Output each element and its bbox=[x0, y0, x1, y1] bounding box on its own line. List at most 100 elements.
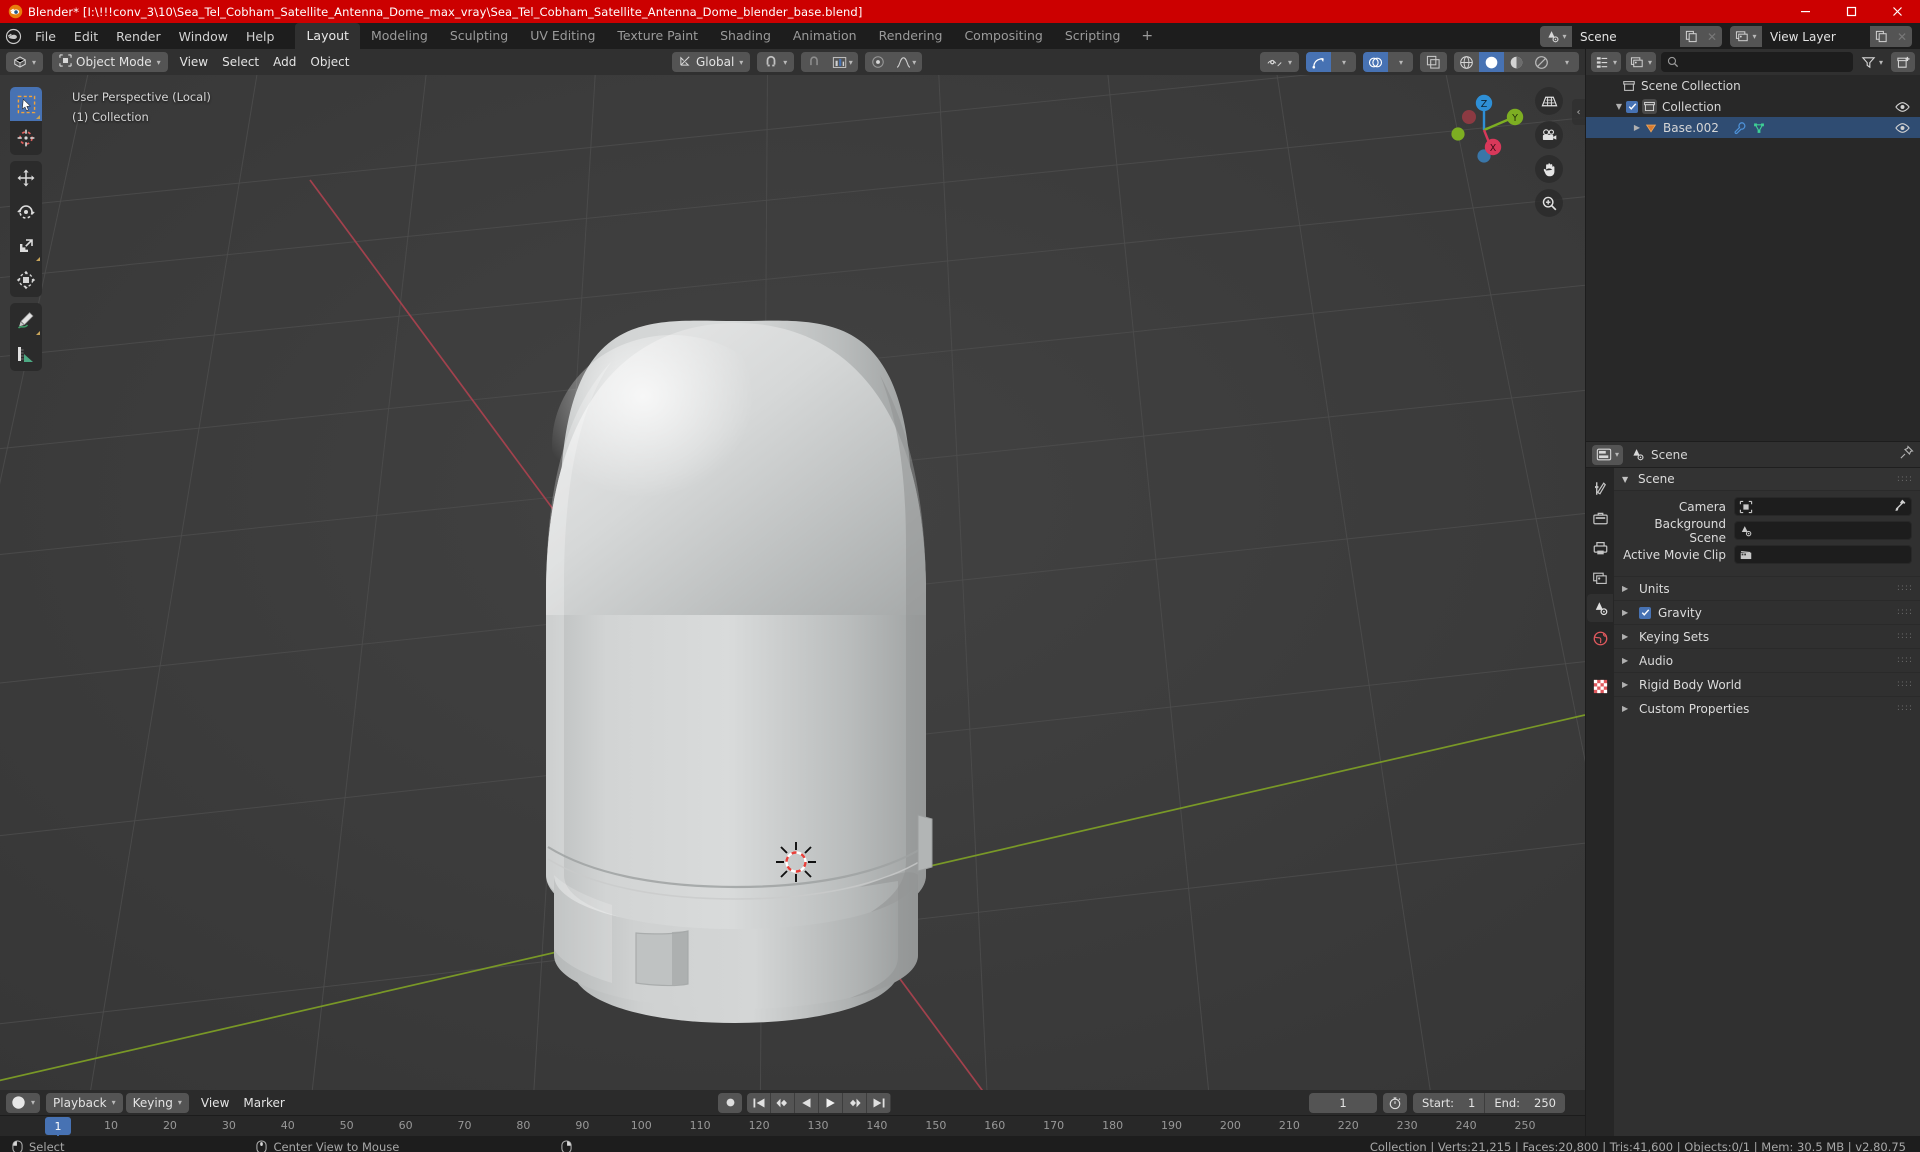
play-reverse-icon[interactable] bbox=[795, 1092, 819, 1113]
object-mode-selector[interactable]: Object Mode ▾ bbox=[52, 52, 168, 72]
measure-tool[interactable] bbox=[10, 337, 42, 371]
panel-grip-icon[interactable]: :::: bbox=[1897, 608, 1913, 617]
scene-datablock-selector[interactable]: ▾ Scene ✕ bbox=[1540, 26, 1722, 47]
tab-compositing[interactable]: Compositing bbox=[953, 23, 1053, 49]
panel-expand-triangle[interactable]: ▼ bbox=[1622, 475, 1632, 484]
shading-rendered-icon[interactable] bbox=[1529, 52, 1554, 72]
overlays-dropdown-icon[interactable]: ▾ bbox=[1388, 52, 1413, 72]
scale-tool[interactable] bbox=[10, 229, 42, 263]
timeline-scrubber[interactable]: 10 20 30 40 50 60 70 80 90 100 110 120 130 140 150 160 1… bbox=[0, 1115, 1585, 1143]
tab-sculpting[interactable]: Sculpting bbox=[439, 23, 519, 49]
viewlayer-datablock-selector[interactable]: ▾ View Layer ✕ bbox=[1730, 26, 1912, 47]
tab-rendering[interactable]: Rendering bbox=[868, 23, 954, 49]
cursor-tool[interactable] bbox=[10, 121, 42, 155]
overlays-group[interactable]: ▾ bbox=[1363, 52, 1413, 72]
panel-grip-icon[interactable]: :::: bbox=[1897, 474, 1913, 483]
menu-window[interactable]: Window bbox=[170, 26, 237, 47]
active-movie-clip-field[interactable] bbox=[1734, 545, 1912, 564]
stopwatch-icon[interactable] bbox=[1383, 1092, 1408, 1113]
viewlayer-name-field[interactable]: View Layer bbox=[1762, 26, 1870, 47]
hide-object-icon[interactable] bbox=[1895, 122, 1910, 134]
scene-tab[interactable] bbox=[1587, 594, 1613, 622]
overlays-icon[interactable] bbox=[1363, 52, 1388, 72]
panel-grip-icon[interactable]: :::: bbox=[1897, 656, 1913, 665]
jump-to-start-icon[interactable] bbox=[747, 1092, 771, 1113]
view-layer-icon[interactable]: ▾ bbox=[1730, 26, 1762, 47]
viewport-canvas[interactable]: User Perspective (Local) (1) Collection bbox=[0, 75, 1585, 1090]
unlink-scene-icon[interactable]: ✕ bbox=[1702, 26, 1722, 47]
collection-checkbox[interactable] bbox=[1626, 100, 1638, 113]
expand-triangle-units[interactable]: ▶ bbox=[1622, 584, 1632, 593]
render-tab[interactable] bbox=[1587, 504, 1613, 532]
properties-editor-icon[interactable]: ▾ bbox=[1592, 444, 1624, 465]
smooth-falloff-icon[interactable]: ▾ bbox=[890, 52, 923, 72]
subpanel-rigid-body-world[interactable]: ▶ Rigid Body World :::: bbox=[1614, 672, 1920, 696]
modifier-wrench-icon[interactable] bbox=[1733, 121, 1747, 135]
gizmo-group[interactable]: ▾ bbox=[1306, 52, 1356, 72]
add-workspace-button[interactable]: + bbox=[1131, 23, 1163, 49]
timeline-editor-icon[interactable]: ▾ bbox=[6, 1092, 41, 1113]
snap-settings-group[interactable]: ▾ bbox=[801, 52, 859, 72]
tab-texture-paint[interactable]: Texture Paint bbox=[606, 23, 709, 49]
timeline-menu-view[interactable]: View bbox=[194, 1093, 236, 1113]
camera-view-icon[interactable] bbox=[1535, 121, 1563, 149]
menu-help[interactable]: Help bbox=[237, 26, 284, 47]
pin-icon[interactable] bbox=[1899, 445, 1914, 464]
camera-field[interactable] bbox=[1734, 497, 1912, 516]
expand-triangle-audio[interactable]: ▶ bbox=[1622, 656, 1632, 665]
frame-start-field[interactable]: Start: 1 bbox=[1413, 1092, 1486, 1113]
expand-triangle-object[interactable]: ▶ bbox=[1630, 123, 1644, 132]
tab-animation[interactable]: Animation bbox=[782, 23, 868, 49]
expand-triangle-collection[interactable]: ▼ bbox=[1612, 102, 1626, 111]
view-layer-tab[interactable] bbox=[1587, 564, 1613, 592]
jump-prev-keyframe-icon[interactable] bbox=[771, 1092, 795, 1113]
current-frame-field[interactable]: 1 bbox=[1309, 1092, 1378, 1113]
expand-triangle-custom-properties[interactable]: ▶ bbox=[1622, 704, 1632, 713]
eyedropper-icon[interactable] bbox=[1893, 497, 1907, 516]
viewport-menu-add[interactable]: Add bbox=[266, 52, 303, 72]
transform-tool[interactable] bbox=[10, 263, 42, 297]
subpanel-custom-properties[interactable]: ▶ Custom Properties :::: bbox=[1614, 696, 1920, 720]
rotate-tool[interactable] bbox=[10, 195, 42, 229]
copy-viewlayer-icon[interactable] bbox=[1870, 26, 1892, 47]
menu-file[interactable]: File bbox=[26, 26, 65, 47]
panel-grip-icon[interactable]: :::: bbox=[1897, 704, 1913, 713]
scene-name-field[interactable]: Scene bbox=[1572, 26, 1680, 47]
texture-tab[interactable] bbox=[1587, 672, 1613, 700]
expand-triangle-rigid-body-world[interactable]: ▶ bbox=[1622, 680, 1632, 689]
mesh-data-icon[interactable] bbox=[1752, 121, 1766, 135]
tab-shading[interactable]: Shading bbox=[709, 23, 782, 49]
subpanel-gravity[interactable]: ▶ Gravity :::: bbox=[1614, 600, 1920, 624]
tab-layout[interactable]: Layout bbox=[295, 23, 360, 49]
viewport-menu-object[interactable]: Object bbox=[303, 52, 356, 72]
viewport-menu-select[interactable]: Select bbox=[215, 52, 266, 72]
record-icon[interactable] bbox=[718, 1092, 742, 1113]
transform-orientation-selector[interactable]: Global ▾ bbox=[672, 52, 751, 72]
annotate-tool[interactable] bbox=[10, 303, 42, 337]
world-tab[interactable] bbox=[1587, 624, 1613, 652]
hand-pan-icon[interactable] bbox=[1535, 155, 1563, 183]
new-collection-icon[interactable] bbox=[1891, 52, 1915, 72]
subpanel-keying-sets[interactable]: ▶ Keying Sets :::: bbox=[1614, 624, 1920, 648]
jump-next-keyframe-icon[interactable] bbox=[843, 1092, 867, 1113]
tab-scripting[interactable]: Scripting bbox=[1054, 23, 1132, 49]
outliner-row-collection[interactable]: ▼ Collection bbox=[1586, 96, 1920, 117]
editor-type-3dview-icon[interactable]: ▾ bbox=[6, 52, 44, 72]
viewport-menu-view[interactable]: View bbox=[173, 52, 215, 72]
menu-edit[interactable]: Edit bbox=[65, 26, 107, 47]
gizmo-icon[interactable] bbox=[1306, 52, 1331, 72]
panel-grip-icon[interactable]: :::: bbox=[1897, 680, 1913, 689]
timeline-menu-keying[interactable]: Keying ▾ bbox=[125, 1092, 189, 1113]
panel-grip-icon[interactable]: :::: bbox=[1897, 584, 1913, 593]
proportional-edit-group[interactable]: ▾ bbox=[865, 52, 923, 72]
scene-icon[interactable]: ▾ bbox=[1540, 26, 1572, 47]
timeline-menu-playback[interactable]: Playback ▾ bbox=[46, 1092, 123, 1113]
xray-icon[interactable] bbox=[1420, 52, 1447, 72]
panel-grip-icon[interactable]: :::: bbox=[1897, 632, 1913, 641]
tab-uv-editing[interactable]: UV Editing bbox=[519, 23, 606, 49]
viewport-sidebar-toggle[interactable]: ‹ bbox=[1572, 99, 1585, 125]
proportional-edit-icon[interactable] bbox=[865, 52, 891, 72]
visibility-icon[interactable]: ▾ bbox=[1259, 52, 1299, 72]
filter-id-icon[interactable]: ▾ bbox=[1626, 52, 1657, 72]
shading-mode-group[interactable]: ▾ bbox=[1454, 52, 1579, 72]
